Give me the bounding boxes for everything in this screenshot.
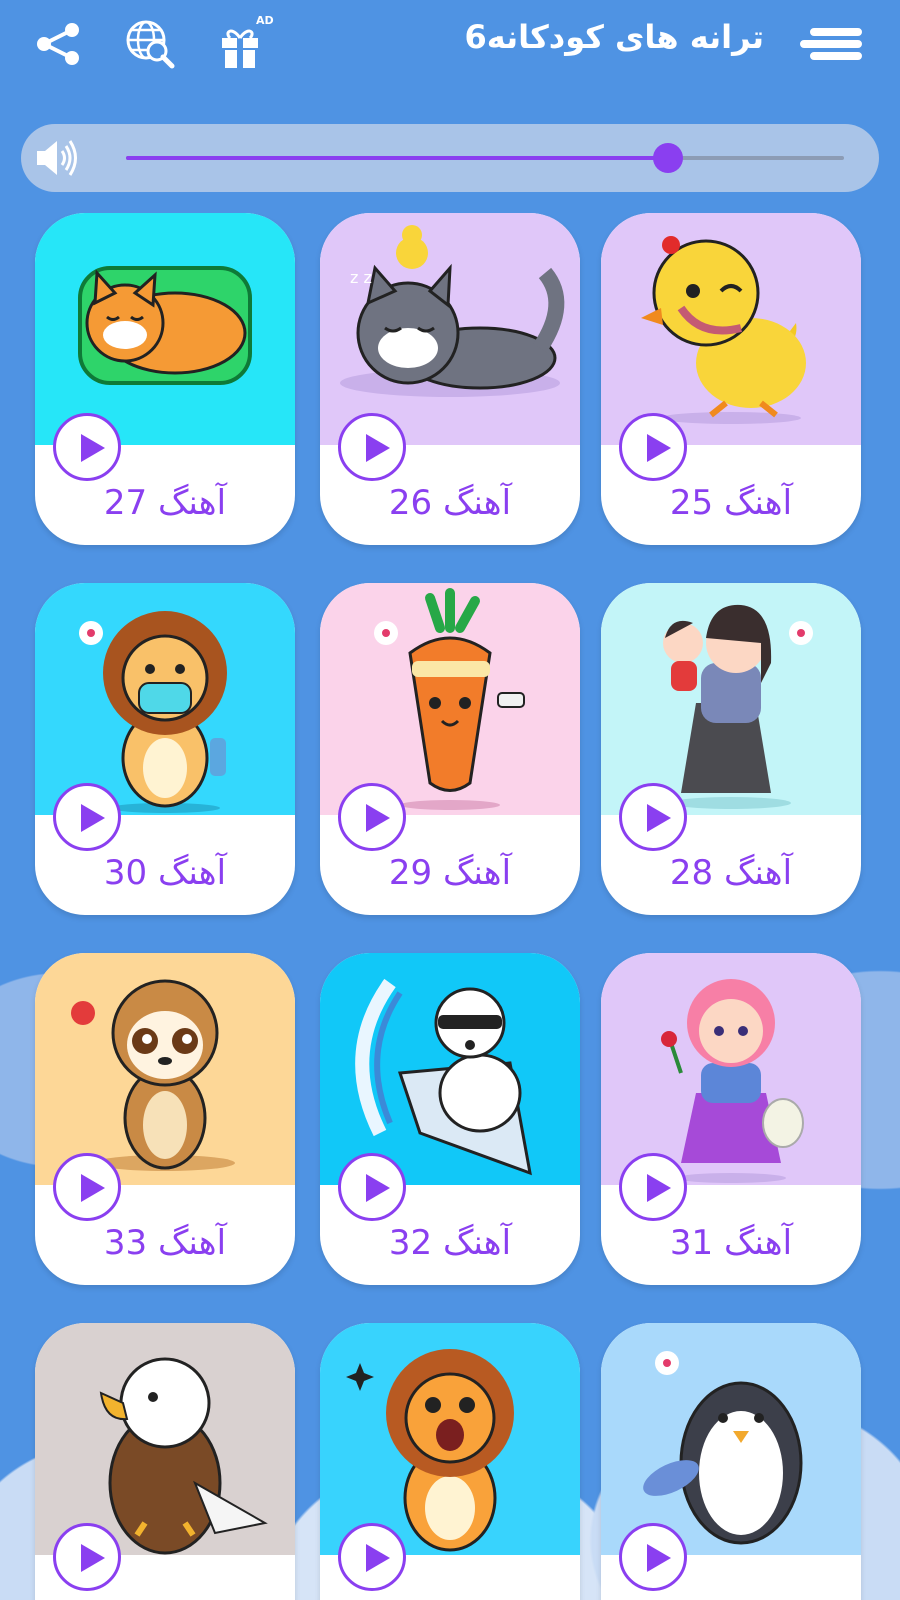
song-card[interactable]: آهنگ 25 [601, 213, 861, 545]
svg-text:z z: z z [350, 268, 372, 287]
speaker-icon[interactable] [33, 136, 79, 180]
song-title: آهنگ 31 [669, 1223, 793, 1263]
play-icon[interactable] [338, 1523, 406, 1591]
volume-bar[interactable] [21, 124, 879, 192]
song-card[interactable]: آهنگ 33 [35, 953, 295, 1285]
song-card[interactable]: آهنگ 30 [35, 583, 295, 915]
song-card[interactable] [601, 1323, 861, 1600]
play-icon[interactable] [619, 783, 687, 851]
song-title: آهنگ 27 [103, 483, 227, 523]
song-card[interactable] [35, 1323, 295, 1600]
play-icon[interactable] [619, 413, 687, 481]
duckling-illustration [601, 213, 861, 445]
penguin-illustration [601, 1323, 861, 1555]
song-card[interactable]: z z آهنگ 26 [320, 213, 580, 545]
song-title: آهنگ 29 [388, 853, 512, 893]
lion-mask-illustration [35, 583, 295, 815]
play-icon[interactable] [619, 1153, 687, 1221]
song-title: آهنگ 25 [669, 483, 793, 523]
play-icon[interactable] [53, 1153, 121, 1221]
song-card[interactable]: آهنگ 32 [320, 953, 580, 1285]
song-title: آهنگ 33 [103, 1223, 227, 1263]
page-title: ترانه های کودکانه6 [464, 18, 764, 56]
polar-bear-surfing-illustration [320, 953, 580, 1185]
carrot-illustration [320, 583, 580, 815]
menu-icon[interactable] [800, 18, 864, 70]
cat-on-pillow-illustration [35, 213, 295, 445]
volume-thumb[interactable] [653, 143, 684, 173]
globe-search-icon[interactable] [124, 18, 176, 70]
girl-with-rose-illustration [601, 953, 861, 1185]
eagle-illustration [35, 1323, 295, 1555]
song-card[interactable] [320, 1323, 580, 1600]
song-card[interactable]: آهنگ 29 [320, 583, 580, 915]
play-icon[interactable] [338, 413, 406, 481]
volume-slider[interactable] [126, 143, 844, 173]
meerkat-illustration [35, 953, 295, 1185]
lion-cheering-illustration [320, 1323, 580, 1555]
song-title: آهنگ 30 [103, 853, 227, 893]
play-icon[interactable] [338, 1153, 406, 1221]
play-icon[interactable] [53, 783, 121, 851]
ad-badge: AD [256, 14, 274, 27]
song-card[interactable]: آهنگ 28 [601, 583, 861, 915]
mother-and-child-illustration [601, 583, 861, 815]
play-icon[interactable] [619, 1523, 687, 1591]
volume-fill [126, 156, 669, 160]
app-header: AD ترانه های کودکانه6 [0, 0, 900, 100]
song-card[interactable]: آهنگ 31 [601, 953, 861, 1285]
song-title: آهنگ 28 [669, 853, 793, 893]
sleeping-cat-illustration: z z [320, 213, 580, 445]
share-icon[interactable] [32, 18, 84, 70]
play-icon[interactable] [338, 783, 406, 851]
play-icon[interactable] [53, 413, 121, 481]
song-title: آهنگ 32 [388, 1223, 512, 1263]
song-grid: آهنگ 25 z z آهنگ 26 آهنگ 27 آهنگ 28 آهنگ 29 آه… [0, 213, 900, 1600]
play-icon[interactable] [53, 1523, 121, 1591]
song-card[interactable]: آهنگ 27 [35, 213, 295, 545]
song-title: آهنگ 26 [388, 483, 512, 523]
